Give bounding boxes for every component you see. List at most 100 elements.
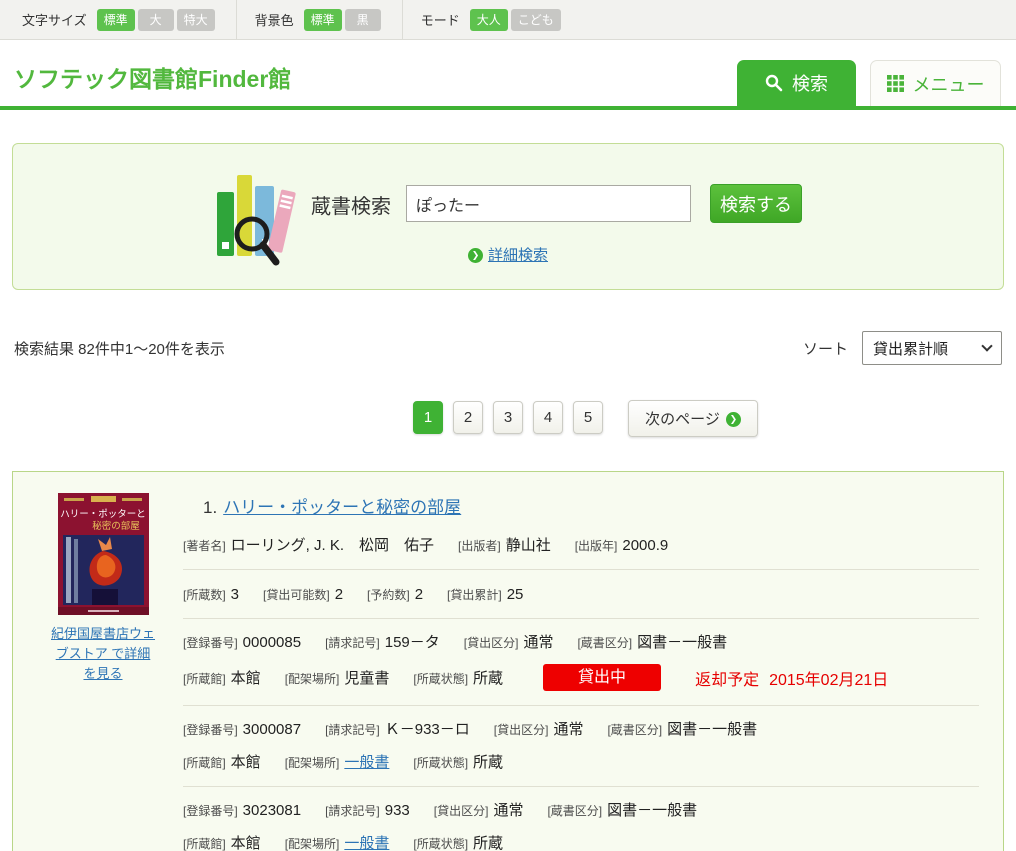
font-size-standard-button[interactable]: 標準 (97, 9, 135, 31)
font-size-large-button[interactable]: 大 (138, 9, 174, 31)
bg-color-group: 背景色 標準 黒 (255, 9, 384, 31)
field-label: [所蔵状態] (413, 672, 468, 686)
book-title-link[interactable]: ハリー・ポッターと秘密の部屋 (223, 498, 461, 517)
page-button-4[interactable]: 4 (533, 401, 563, 434)
copy-row: [所蔵館]本館 [配架場所]一般書 [所蔵状態]所蔵 (183, 832, 979, 851)
field-value: 静山社 (506, 537, 551, 554)
field-label: [貸出区分] (434, 804, 489, 818)
shelf-location-link[interactable]: 一般書 (344, 835, 389, 851)
svg-text:ハリー・ポッターと: ハリー・ポッターと (60, 509, 146, 520)
field-label: [所蔵状態] (413, 756, 468, 770)
field-label: [配架場所] (285, 756, 340, 770)
mode-adult-button[interactable]: 大人 (470, 9, 508, 31)
divider (236, 0, 237, 40)
copy-row: [所蔵館]本館 [配架場所]児童書 [所蔵状態]所蔵 貸出中 返却予定2015年… (183, 664, 979, 691)
field-value: 本館 (231, 670, 261, 687)
search-box-label: 蔵書検索 (311, 190, 391, 219)
book-counts-row: [所蔵数]3 [貸出可能数]2 [予約数]2 [貸出累計]25 (183, 586, 979, 604)
page-button-1[interactable]: 1 (413, 401, 443, 434)
font-size-xlarge-button[interactable]: 特大 (177, 9, 215, 31)
next-page-label: 次のページ (645, 411, 720, 428)
return-due-label: 返却予定 (695, 672, 759, 689)
chevron-down-icon (981, 340, 992, 351)
field-label: [蔵書区分] (607, 723, 662, 737)
field-value: 図書－一般書 (667, 721, 757, 738)
field-label: [蔵書区分] (547, 804, 602, 818)
field-label: [貸出区分] (494, 723, 549, 737)
field-label: [蔵書区分] (577, 636, 632, 650)
field-value: 3 (231, 586, 239, 603)
return-due-info: 返却予定2015年02月21日 (695, 666, 888, 690)
field-label: [著者名] (183, 539, 226, 553)
bg-color-label: 背景色 (255, 10, 294, 29)
divider (183, 569, 979, 570)
svg-text:秘密の部屋: 秘密の部屋 (92, 520, 140, 532)
field-label: [貸出可能数] (263, 588, 330, 602)
bg-color-black-button[interactable]: 黒 (345, 9, 381, 31)
field-value: 本館 (231, 835, 261, 851)
tab-search-label: 検索 (792, 70, 828, 96)
field-value: 3023081 (243, 802, 301, 819)
field-label: [出版者] (458, 539, 501, 553)
tab-menu-label: メニュー (913, 71, 985, 97)
copy-row: [登録番号]3000087 [請求記号]Ｋ－933－ロ [貸出区分]通常 [蔵書… (183, 718, 979, 739)
field-value: 通常 (553, 721, 583, 738)
search-icon (765, 74, 783, 92)
copy-record-1: [登録番号]0000085 [請求記号]159－タ [貸出区分]通常 [蔵書区分… (183, 631, 979, 691)
page-button-2[interactable]: 2 (453, 401, 483, 434)
search-submit-button[interactable]: 検索する (710, 184, 802, 223)
bg-color-standard-button[interactable]: 標準 (304, 9, 342, 31)
font-size-label: 文字サイズ (22, 10, 87, 29)
field-value: 児童書 (344, 670, 389, 687)
field-value: 0000085 (243, 634, 301, 651)
shelf-location-link[interactable]: 一般書 (344, 754, 389, 771)
field-label: [所蔵館] (183, 756, 226, 770)
divider (183, 618, 979, 619)
field-value: 2 (335, 586, 343, 603)
site-title: ソフテック図書館Finder館 (14, 60, 291, 94)
status-badge-on-loan: 貸出中 (543, 664, 661, 691)
results-info-row: 検索結果 82件中1～20件を表示 ソート 貸出累計順 (14, 331, 1002, 365)
field-label: [所蔵状態] (413, 837, 468, 851)
results-summary: 検索結果 82件中1～20件を表示 (14, 338, 225, 359)
menu-grid-icon (887, 75, 904, 92)
sort-label: ソート (803, 338, 848, 359)
advanced-search-row: ❯詳細検索 (13, 244, 1003, 265)
field-label: [配架場所] (285, 837, 340, 851)
search-input[interactable] (406, 185, 691, 222)
copy-row: [所蔵館]本館 [配架場所]一般書 [所蔵状態]所蔵 (183, 751, 979, 772)
next-page-button[interactable]: 次のページ ❯ (628, 400, 758, 437)
site-header: ソフテック図書館Finder館 検索 メニュー (0, 40, 1016, 110)
search-result-item: ハリー・ポッターと 秘密の部屋 紀伊国屋書店ウェブストア で詳細を見る 1. ハリ… (12, 471, 1004, 851)
field-label: [請求記号] (325, 804, 380, 818)
mode-label: モード (421, 10, 460, 29)
page-button-5[interactable]: 5 (573, 401, 603, 434)
field-label: [所蔵館] (183, 672, 226, 686)
field-value: 25 (507, 586, 524, 603)
field-label: [登録番号] (183, 723, 238, 737)
field-label: [登録番号] (183, 636, 238, 650)
field-value: 所蔵 (473, 670, 503, 687)
store-detail-link[interactable]: 紀伊国屋書店ウェブストア で詳細を見る (51, 624, 155, 684)
arrow-right-icon: ❯ (726, 412, 741, 427)
mode-kids-button[interactable]: こども (511, 9, 561, 31)
font-size-group: 文字サイズ 標準 大 特大 (22, 9, 218, 31)
field-label: [貸出累計] (447, 588, 502, 602)
sort-select[interactable]: 貸出累計順 (862, 331, 1002, 365)
field-label: [所蔵館] (183, 837, 226, 851)
tab-menu[interactable]: メニュー (870, 60, 1001, 106)
page-button-3[interactable]: 3 (493, 401, 523, 434)
sort-selected-value: 貸出累計順 (873, 338, 948, 359)
field-value: ローリング, J. K. 松岡 佑子 (231, 537, 434, 554)
field-value: 図書－一般書 (607, 802, 697, 819)
advanced-search-link[interactable]: 詳細検索 (488, 247, 548, 264)
catalog-search-panel: 蔵書検索 検索する ❯詳細検索 (12, 143, 1004, 290)
tab-search[interactable]: 検索 (737, 60, 856, 106)
field-label: [請求記号] (325, 723, 380, 737)
field-label: [請求記号] (325, 636, 380, 650)
copy-record-3: [登録番号]3023081 [請求記号]933 [貸出区分]通常 [蔵書区分]図… (183, 799, 979, 851)
field-label: [予約数] (367, 588, 410, 602)
result-number: 1. (203, 498, 217, 517)
field-value: Ｋ－933－ロ (385, 721, 470, 738)
field-label: [貸出区分] (464, 636, 519, 650)
